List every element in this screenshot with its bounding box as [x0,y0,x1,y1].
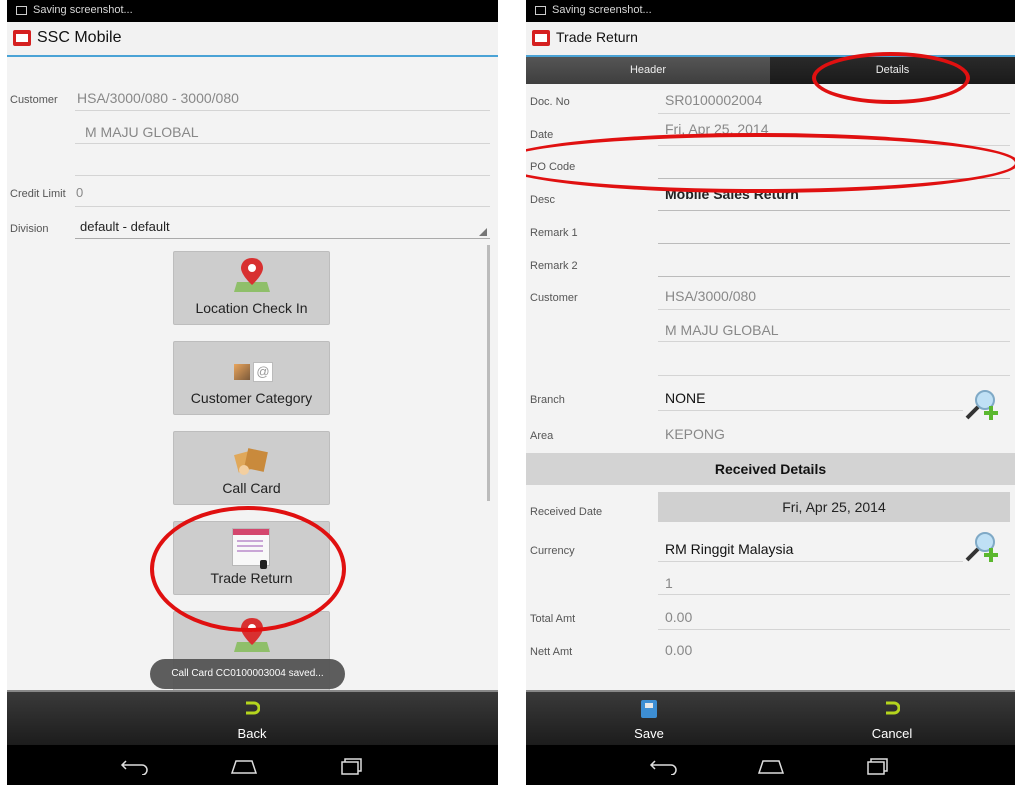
doc-no-label: Doc. No [530,96,570,108]
divider [658,629,1010,630]
division-spinner[interactable]: default - default [80,219,170,234]
status-text: Saving screenshot... [552,4,652,16]
division-underline [75,238,490,239]
branch-value: NONE [665,390,706,406]
app-title: SSC Mobile [37,29,122,46]
credit-limit-label: Credit Limit [10,188,66,200]
divider [658,341,1010,342]
customer-name: M MAJU GLOBAL [85,124,199,140]
remark1-underline [658,243,1010,244]
recent-apps-icon[interactable] [337,757,367,775]
menu-label: Location Check In [195,300,308,316]
nav-bar [7,745,498,785]
nett-amt-value: 0.00 [665,642,693,658]
screenshot-icon [16,6,27,15]
doc-no-value: SR0100002004 [665,92,763,108]
screenshot-icon [535,6,546,15]
left-phone-screen: Saving screenshot... SSC Mobile Customer… [7,0,498,785]
spinner-arrow-icon [479,228,487,236]
branch-label: Branch [530,394,565,406]
customer-code: HSA/3000/080 [665,288,757,304]
divider [75,175,490,176]
customer-category-button[interactable]: @ Customer Category [173,341,330,415]
divider [75,206,490,207]
annotation-circle [526,133,1015,193]
divider [658,113,1010,114]
action-bar: Trade Return [526,22,1015,57]
remark2-underline [658,276,1010,277]
scrollbar[interactable] [487,245,490,501]
nett-amt-label: Nett Amt [530,646,573,658]
divider [75,143,490,144]
recent-apps-icon[interactable] [863,757,893,775]
back-nav-icon[interactable] [649,757,679,775]
received-date-label: Received Date [530,506,603,518]
customer-code: HSA/3000/080 - 3000/080 [77,90,239,106]
bottom-action-bar: Save Cancel [526,690,1015,747]
received-details-header: Received Details [526,453,1015,485]
tab-header[interactable]: Header [526,57,770,84]
menu-label: Customer Category [190,390,313,406]
bottom-action-bar: Back [7,690,498,747]
customer-label: Customer [530,292,578,304]
division-label: Division [10,223,49,235]
currency-lookup-icon[interactable] [965,530,1001,564]
back-label: Back [237,726,267,741]
call-card-button[interactable]: Call Card [173,431,330,505]
undo-icon [886,701,900,715]
currency-label: Currency [530,545,575,557]
action-bar: SSC Mobile [7,22,498,57]
customer-category-icon: @ [234,362,274,384]
home-nav-icon[interactable] [756,757,786,775]
cancel-label: Cancel [871,726,913,741]
menu-label: Call Card [222,480,281,496]
home-nav-icon[interactable] [229,757,259,775]
divider [658,410,963,411]
customer-label: Customer [10,94,58,106]
app-logo-icon [13,30,31,46]
cancel-button[interactable]: Cancel [852,696,932,744]
desc-label: Desc [530,194,556,206]
desc-underline [658,210,1010,211]
annotation-circle [812,52,970,104]
currency-value: RM Ringgit Malaysia [665,541,794,557]
save-button[interactable]: Save [609,696,689,744]
toast-message: Call Card CC0100003004 saved... [150,659,345,689]
date-label: Date [530,129,554,141]
exchange-rate-value: 1 [665,575,673,591]
call-card-icon [234,448,268,475]
divider [658,561,963,562]
divider [75,110,490,111]
customer-name: M MAJU GLOBAL [665,322,779,338]
app-title: Trade Return [556,29,638,45]
back-nav-icon[interactable] [120,757,150,775]
save-icon [641,700,657,718]
divider [658,309,1010,310]
credit-limit-value: 0 [76,185,84,200]
remark1-label: Remark 1 [530,227,578,239]
divider [658,594,1010,595]
area-value: KEPONG [665,426,725,442]
remark2-label: Remark 2 [530,260,578,272]
status-bar: Saving screenshot... [7,0,498,22]
annotation-circle [150,506,346,632]
area-label: Area [530,430,554,442]
status-text: Saving screenshot... [33,4,133,16]
location-check-in-button[interactable]: Location Check In [173,251,330,325]
right-phone-screen: Saving screenshot... Trade Return Header… [526,0,1015,785]
back-button[interactable]: Back [212,696,292,744]
location-pin-icon [234,258,270,292]
status-bar: Saving screenshot... [526,0,1015,22]
save-label: Save [634,726,664,741]
nav-bar [526,745,1015,785]
total-amt-label: Total Amt [530,613,576,625]
branch-lookup-icon[interactable] [965,388,1001,422]
app-logo-icon [532,30,550,46]
divider [658,375,1010,376]
received-date-picker[interactable]: Fri, Apr 25, 2014 [658,492,1010,522]
total-amt-value: 0.00 [665,609,693,625]
undo-icon [246,701,260,715]
